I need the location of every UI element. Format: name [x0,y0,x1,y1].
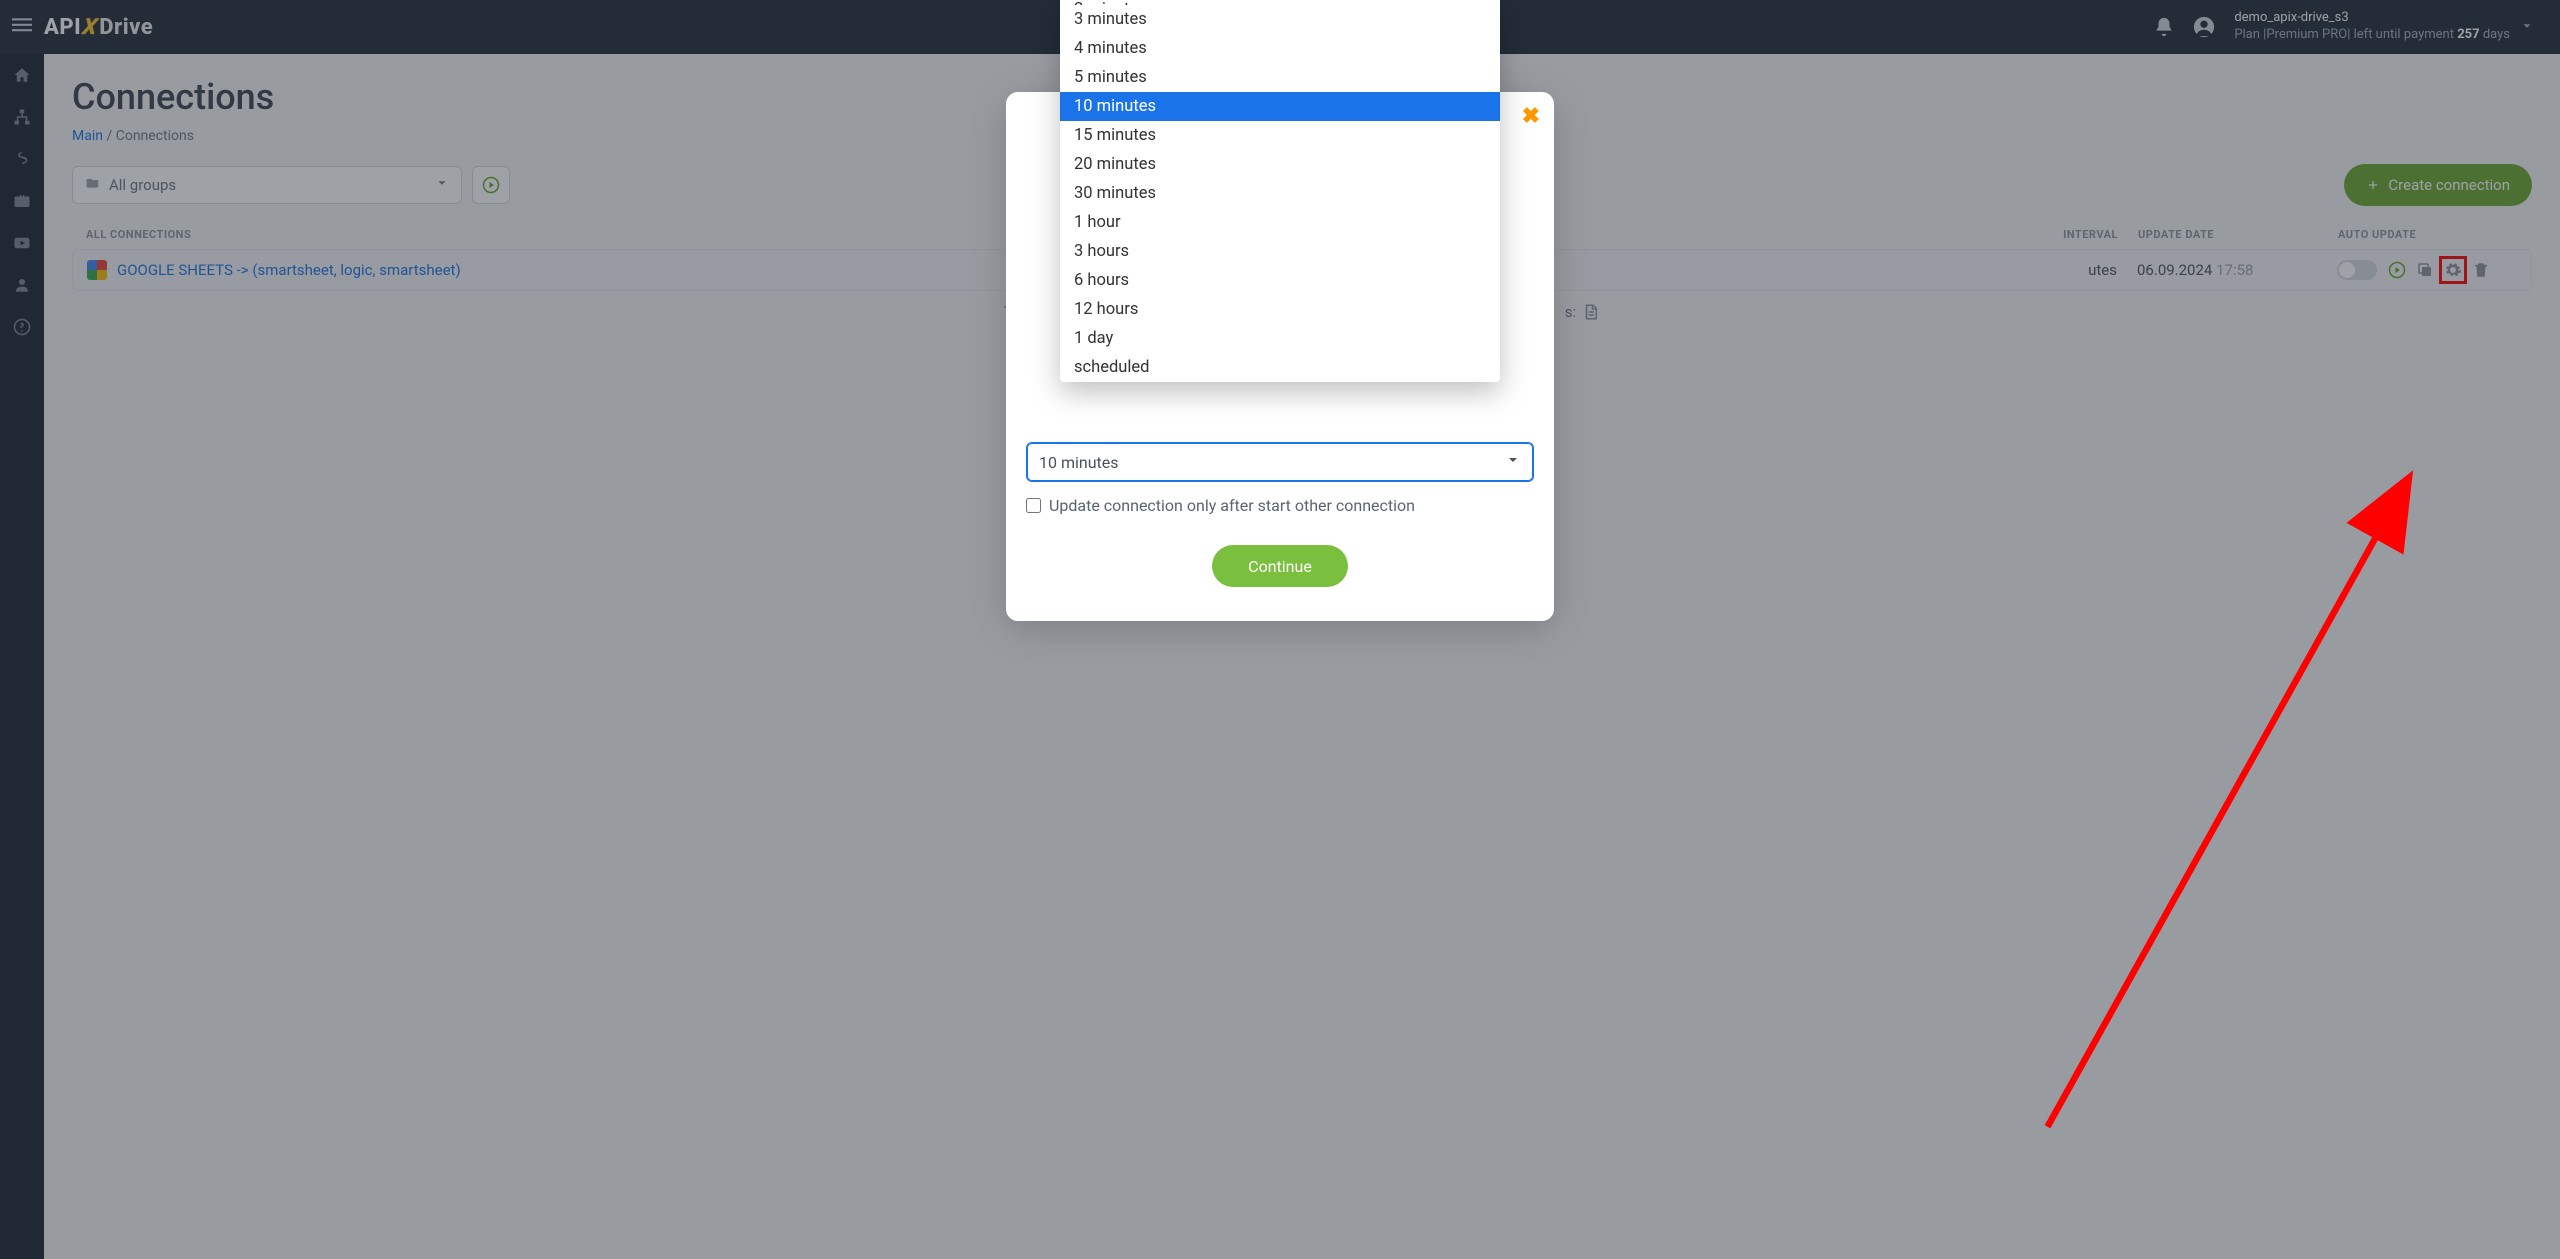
interval-dropdown[interactable]: 2 minutes3 minutes4 minutes5 minutes10 m… [1060,0,1500,382]
dropdown-option[interactable]: scheduled [1060,353,1500,382]
dropdown-option[interactable]: 4 minutes [1060,34,1500,63]
continue-button[interactable]: Continue [1212,545,1348,587]
dropdown-option[interactable]: 15 minutes [1060,121,1500,150]
dropdown-option[interactable]: 3 hours [1060,237,1500,266]
dropdown-option[interactable]: 3 minutes [1060,5,1500,34]
interval-select-value: 10 minutes [1039,453,1119,472]
dropdown-option[interactable]: 5 minutes [1060,63,1500,92]
dropdown-option[interactable]: 1 hour [1060,208,1500,237]
dropdown-option[interactable]: 20 minutes [1060,150,1500,179]
checkbox-input[interactable] [1026,498,1041,513]
close-icon[interactable]: ✖ [1522,104,1540,129]
chevron-down-icon [1505,452,1521,472]
dropdown-option[interactable]: 10 minutes [1060,92,1500,121]
dropdown-option[interactable]: 12 hours [1060,295,1500,324]
dropdown-option[interactable]: 30 minutes [1060,179,1500,208]
dropdown-option[interactable]: 6 hours [1060,266,1500,295]
interval-select[interactable]: 10 minutes [1026,442,1534,482]
dropdown-option[interactable]: 1 day [1060,324,1500,353]
update-after-other-checkbox[interactable]: Update connection only after start other… [1026,496,1534,515]
